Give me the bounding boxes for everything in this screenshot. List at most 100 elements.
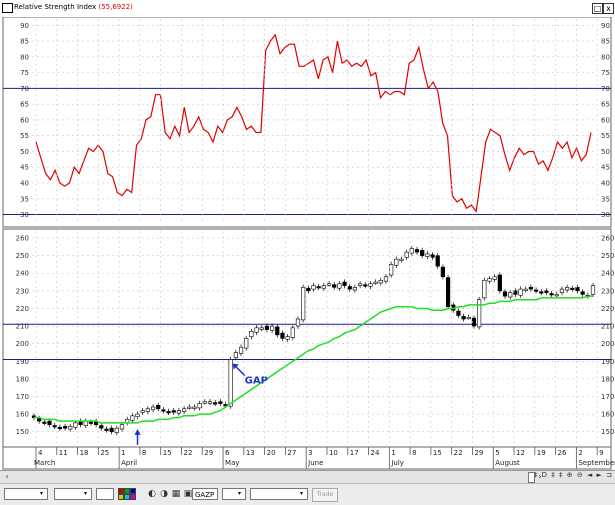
rsi-tick-label-right: 75 (601, 69, 610, 77)
candle-body (316, 286, 321, 289)
candle-body (518, 288, 523, 296)
day-label: 17 (350, 449, 359, 457)
rsi-tick-label-right: 35 (601, 195, 610, 203)
candle-body (285, 336, 290, 340)
price-tick-label-left: 150 (16, 428, 29, 436)
rsi-tick-label-left: 60 (20, 116, 29, 124)
candle-body (62, 426, 68, 429)
candle-body (119, 424, 125, 430)
price-tick-label-left: 170 (16, 393, 29, 401)
candle-body (135, 413, 140, 418)
month-label: September (578, 459, 615, 467)
close-button[interactable]: x (603, 3, 614, 14)
candle-body (275, 326, 280, 336)
candle-body (477, 299, 482, 328)
candle-body (549, 293, 554, 296)
candle-body (104, 428, 109, 431)
candle-body (497, 274, 502, 292)
day-label: 1 (121, 449, 125, 457)
chevron-down-icon: ▾ (83, 490, 87, 497)
day-label: 29 (204, 449, 213, 457)
candle-body (399, 258, 404, 261)
candle-body (57, 426, 62, 430)
candle-body (559, 288, 565, 293)
rsi-tick-label-left: 50 (20, 148, 29, 156)
grid-icon[interactable]: ▦ (170, 488, 182, 500)
price-tick-label-right: 200 (601, 340, 614, 348)
month-label: March (34, 459, 55, 467)
day-label: 26 (558, 449, 567, 457)
palette-icon[interactable]: ◑ (158, 488, 170, 500)
color-wheel-icon[interactable]: ◐ (146, 488, 158, 500)
interval-select[interactable]: ▾ (222, 488, 246, 500)
line-style-select[interactable]: ▾ (4, 488, 48, 500)
candle-body (109, 427, 114, 432)
candle-body (228, 359, 233, 407)
candle-body (456, 310, 461, 316)
candle-body (280, 332, 285, 339)
price-tick-label-left: 190 (16, 358, 29, 366)
price-tick-label-left: 210 (16, 323, 29, 331)
month-label: April (121, 459, 137, 467)
line-width-select[interactable]: ▾ (54, 488, 92, 500)
candle-body (378, 279, 383, 284)
candle-body (528, 287, 533, 290)
navigation-buttons[interactable]: ‡ D ‡ ‡ ⊕ ⊖ ◄ ► ⊐ (534, 471, 613, 479)
symbol-select[interactable]: GAZP (192, 488, 218, 500)
candle-body (352, 287, 358, 291)
day-label: 8 (412, 449, 416, 457)
trade-button[interactable]: Trade (312, 488, 338, 502)
candle-body (182, 408, 187, 412)
indicator-select[interactable]: ▾ (250, 488, 308, 500)
day-label: 20 (267, 449, 276, 457)
chevron-down-icon: ▾ (237, 490, 241, 497)
chart-area[interactable]: 9090858580807575707065656060555550504545… (0, 17, 615, 470)
candle-body (430, 254, 435, 258)
price-tick-label-right: 240 (601, 270, 614, 278)
candle-body (321, 285, 326, 289)
candle-body (192, 406, 197, 409)
candle-body (156, 404, 161, 410)
rsi-tick-label-left: 45 (20, 164, 29, 172)
chevron-down-icon: ▾ (39, 490, 43, 497)
price-tick-label-right: 260 (601, 235, 614, 243)
candle-body (47, 420, 52, 425)
candle-body (244, 338, 249, 349)
day-label: 3 (308, 449, 312, 457)
price-tick-label-left: 160 (16, 411, 29, 419)
price-tick-label-left: 200 (16, 340, 29, 348)
day-label: 19 (537, 449, 546, 457)
rsi-tick-label-right: 90 (601, 22, 610, 30)
restore-button[interactable]: □ (592, 3, 603, 14)
day-label: 9 (599, 449, 603, 457)
color-palette[interactable] (118, 488, 136, 500)
horizontal-scrollbar[interactable]: ‹ › ‡ D ‡ ‡ ⊕ ⊖ ◄ ► ⊐ (0, 470, 615, 483)
candle-body (394, 258, 399, 266)
candle-body (368, 283, 373, 287)
price-tick-label-right: 190 (601, 358, 614, 366)
candle-body (254, 327, 259, 333)
candle-body (580, 291, 585, 295)
candle-body (404, 251, 409, 258)
rsi-tick-label-right: 50 (601, 148, 610, 156)
scroll-left-icon[interactable]: ‹ (2, 471, 12, 482)
color-select[interactable] (96, 488, 114, 500)
candle-body (590, 285, 596, 295)
candle-body (161, 409, 166, 412)
day-label: 5 (495, 449, 499, 457)
candle-body (130, 415, 135, 421)
day-label: 18 (80, 449, 89, 457)
day-label: 29 (474, 449, 483, 457)
candle-body (42, 421, 47, 424)
candle-body (435, 255, 440, 267)
price-tick-label-right: 160 (601, 411, 614, 419)
candle-body (425, 253, 430, 257)
candle-body (554, 294, 559, 297)
candle-body (409, 248, 414, 254)
rsi-tick-label-right: 40 (601, 180, 610, 188)
candle-body (466, 316, 471, 320)
candle-body (114, 427, 119, 433)
day-label: 11 (59, 449, 68, 457)
day-label: 10 (329, 449, 338, 457)
candle-body (233, 352, 238, 359)
